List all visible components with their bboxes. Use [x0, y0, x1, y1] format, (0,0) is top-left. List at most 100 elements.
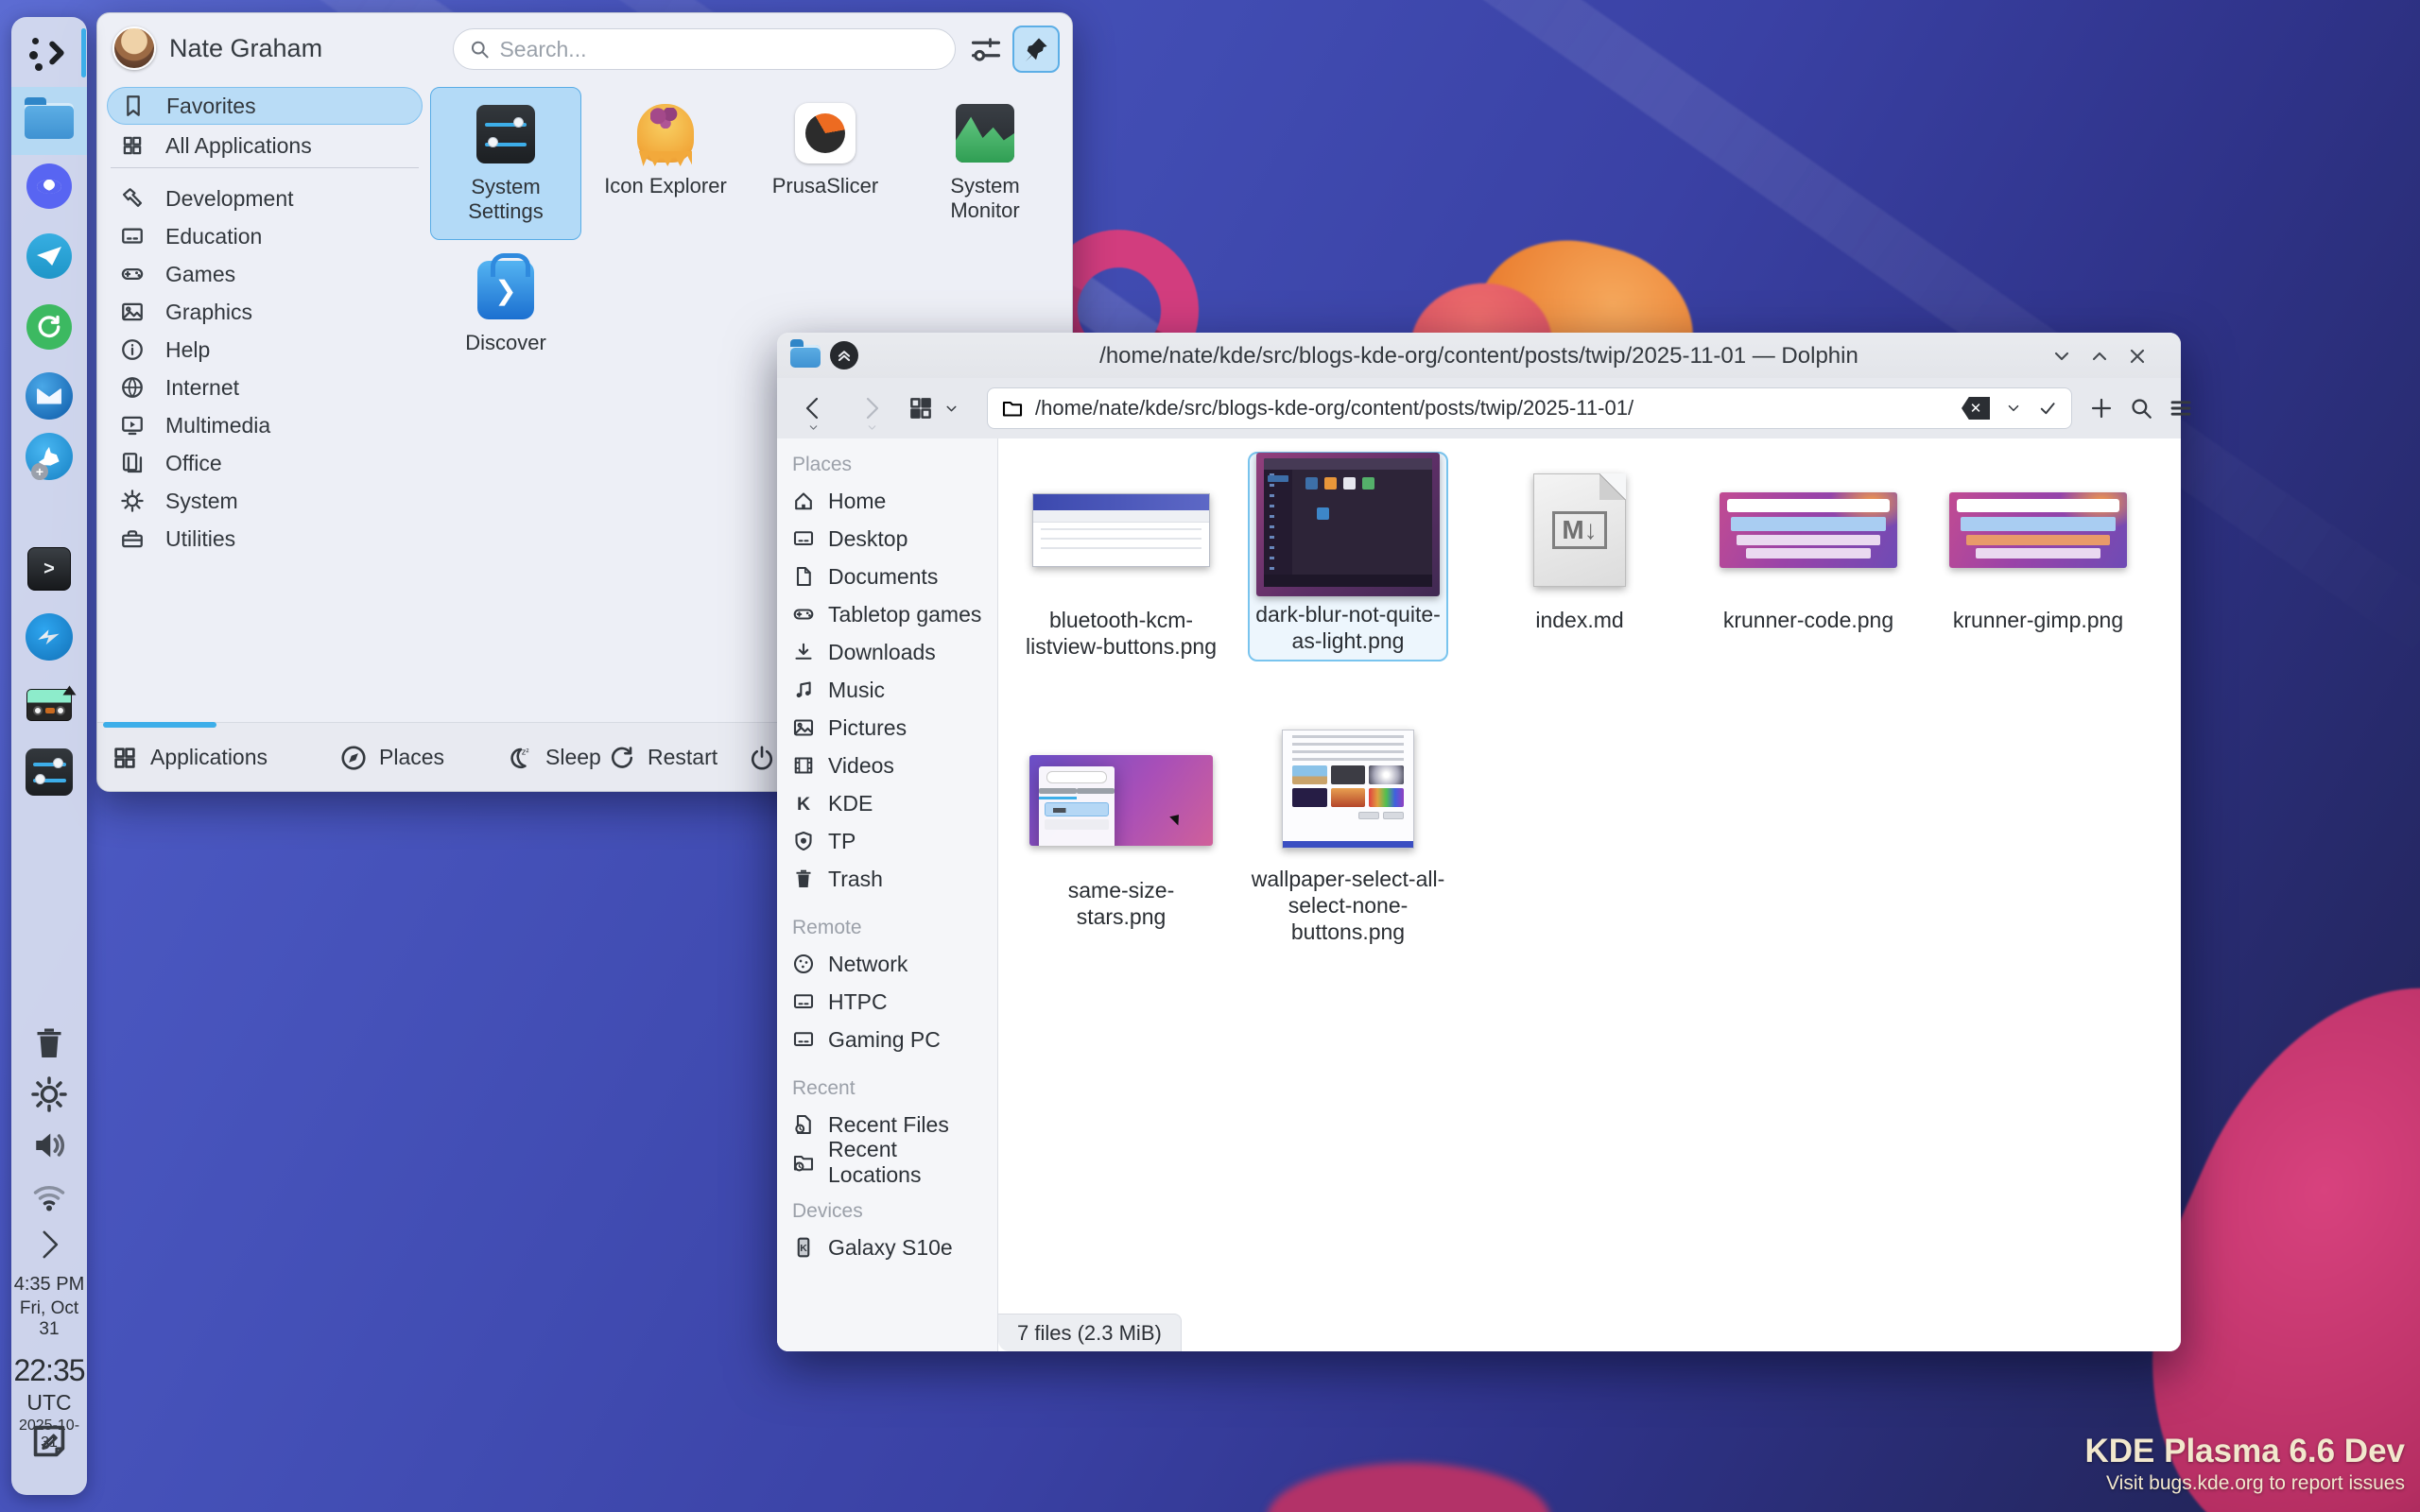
titlebar[interactable]: /home/nate/kde/src/blogs-kde-org/content…: [777, 333, 2181, 378]
location-dropdown-chevron[interactable]: [2005, 400, 2022, 417]
close-button[interactable]: [2126, 345, 2149, 368]
category-all-applications[interactable]: All Applications: [107, 127, 423, 164]
category-multimedia[interactable]: Multimedia: [107, 406, 423, 444]
power-icon: [748, 744, 776, 772]
place-music[interactable]: Music: [785, 673, 991, 707]
file-wallpaper-select-all-select-none-buttons[interactable]: wallpaper-select-all-select-none-buttons…: [1248, 718, 1448, 945]
shield-icon: [792, 830, 815, 852]
tray-expander[interactable]: [11, 1221, 87, 1268]
category-games[interactable]: Games: [107, 255, 423, 293]
file-index-md[interactable]: M↓ index.md: [1479, 459, 1680, 633]
search-input[interactable]: [499, 36, 940, 62]
file-name: krunner-gimp.png: [1952, 608, 2124, 632]
app-label: PrusaSlicer: [771, 174, 879, 198]
category-education[interactable]: Education: [107, 217, 423, 255]
kde-k-icon: [792, 792, 815, 815]
place-label: Home: [828, 488, 887, 513]
task-thunderbird[interactable]: [11, 370, 87, 421]
kde-launcher-icon: [28, 32, 70, 74]
task-dolphin[interactable]: [11, 94, 87, 147]
pin-button[interactable]: [1012, 26, 1060, 73]
task-sync-app[interactable]: [11, 303, 87, 351]
split-add-button[interactable]: [2089, 396, 2114, 421]
category-graphics[interactable]: Graphics: [107, 293, 423, 331]
recent-locations[interactable]: Recent Locations: [785, 1137, 991, 1187]
category-favorites[interactable]: Favorites: [107, 87, 423, 125]
back-button[interactable]: [798, 393, 828, 423]
app-launcher-button[interactable]: [11, 26, 87, 79]
task-blue-bird-app[interactable]: [11, 612, 87, 662]
notes-widget[interactable]: [11, 1418, 87, 1465]
task-discord[interactable]: [11, 163, 87, 210]
category-label: Favorites: [166, 93, 256, 118]
place-documents[interactable]: Documents: [785, 559, 991, 593]
user-avatar[interactable]: [112, 26, 156, 70]
place-pictures[interactable]: Pictures: [785, 711, 991, 745]
place-downloads[interactable]: Downloads: [785, 635, 991, 669]
task-system-settings[interactable]: [11, 747, 87, 798]
configure-button[interactable]: [969, 32, 1003, 66]
file-bluetooth-kcm-listview-buttons[interactable]: bluetooth-kcm-listview-buttons.png: [1021, 459, 1221, 660]
file-krunner-gimp[interactable]: krunner-gimp.png: [1938, 459, 2138, 633]
task-cassette-app[interactable]: [11, 679, 87, 730]
category-system[interactable]: System: [107, 482, 423, 520]
task-librewolf[interactable]: +: [11, 430, 87, 483]
category-help[interactable]: Help: [107, 331, 423, 369]
back-history-chevron[interactable]: [807, 421, 820, 434]
task-telegram[interactable]: [11, 232, 87, 280]
view-mode-chevron[interactable]: [943, 401, 959, 417]
network-tray[interactable]: [11, 1176, 87, 1217]
grid-icon: [120, 133, 145, 158]
volume-tray[interactable]: [11, 1125, 87, 1166]
cuttlefish-icon: [637, 104, 694, 163]
remote-htpc[interactable]: HTPC: [785, 985, 991, 1019]
remote-gaming-pc[interactable]: Gaming PC: [785, 1022, 991, 1057]
file-krunner-code[interactable]: krunner-code.png: [1708, 459, 1909, 633]
place-trash[interactable]: Trash: [785, 862, 991, 896]
place-videos[interactable]: Videos: [785, 748, 991, 782]
app-tile-prusaslicer[interactable]: PrusaSlicer: [750, 87, 901, 240]
file-same-size-stars[interactable]: same-size-stars.png: [1021, 730, 1221, 930]
view-mode-button[interactable]: [908, 395, 934, 421]
category-utilities[interactable]: Utilities: [107, 520, 423, 558]
tab-places[interactable]: Places: [339, 723, 444, 792]
trash-widget[interactable]: [11, 1021, 87, 1066]
app-tile-icon-explorer[interactable]: Icon Explorer: [590, 87, 741, 240]
download-icon: [792, 641, 815, 663]
file-dark-blur-not-quite-as-light[interactable]: dark-blur-not-quite-as-light.png: [1248, 452, 1448, 662]
system-settings-icon: [26, 748, 73, 796]
minimize-button[interactable]: [2050, 345, 2073, 368]
maximize-button[interactable]: [2088, 345, 2111, 368]
device-galaxy-s10e[interactable]: Galaxy S10e: [785, 1230, 991, 1264]
category-development[interactable]: Development: [107, 180, 423, 217]
category-office[interactable]: Office: [107, 444, 423, 482]
place-desktop[interactable]: Desktop: [785, 522, 991, 556]
task-konsole[interactable]: >: [11, 544, 87, 593]
prusaslicer-icon: [795, 103, 856, 163]
remote-network[interactable]: Network: [785, 947, 991, 981]
location-path[interactable]: /home/nate/kde/src/blogs-kde-org/content…: [1035, 396, 1962, 421]
monitor-icon: [792, 1028, 815, 1051]
accept-location-check-icon[interactable]: [2037, 398, 2058, 419]
category-internet[interactable]: Internet: [107, 369, 423, 406]
tab-applications[interactable]: Applications: [111, 723, 268, 792]
place-home[interactable]: Home: [785, 484, 991, 518]
restart-button[interactable]: Restart: [608, 723, 717, 792]
place-tp[interactable]: TP: [785, 824, 991, 858]
clear-location-icon[interactable]: ✕: [1962, 397, 1990, 420]
launcher-search-field[interactable]: [453, 28, 956, 70]
place-kde[interactable]: KDE: [785, 786, 991, 820]
brightness-tray[interactable]: [11, 1074, 87, 1115]
trash-icon: [792, 868, 815, 890]
search-button[interactable]: [2129, 396, 2153, 421]
sleep-button[interactable]: Sleep: [506, 723, 601, 792]
hamburger-menu-button[interactable]: [2169, 396, 2193, 421]
monitor-icon: [792, 990, 815, 1013]
forward-history-chevron[interactable]: [866, 421, 878, 434]
location-bar[interactable]: /home/nate/kde/src/blogs-kde-org/content…: [987, 387, 2072, 429]
app-tile-system-settings[interactable]: System Settings: [430, 87, 581, 240]
app-tile-discover[interactable]: ❯ Discover: [430, 244, 581, 397]
forward-button[interactable]: [856, 393, 887, 423]
app-tile-system-monitor[interactable]: System Monitor: [909, 87, 1061, 240]
place-tabletop-games[interactable]: Tabletop games: [785, 597, 991, 631]
